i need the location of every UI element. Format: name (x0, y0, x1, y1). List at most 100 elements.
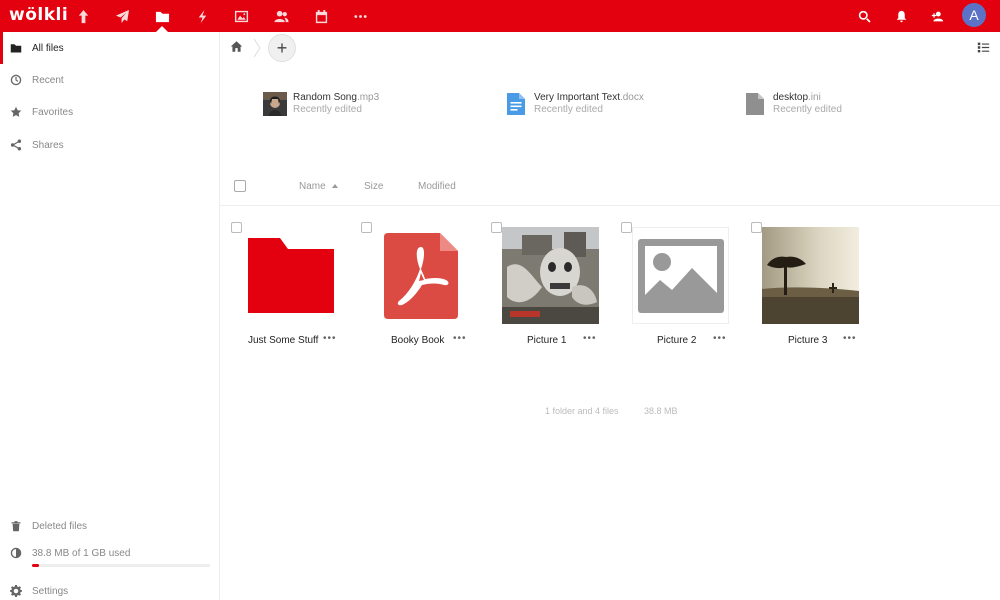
file-icon (746, 93, 764, 115)
document-icon (507, 93, 525, 115)
file-basename: desktop (773, 92, 809, 103)
recent-file-random-song[interactable]: Random Song.mp3 Recently edited (263, 90, 379, 118)
file-preview[interactable] (502, 227, 599, 324)
send-app-button[interactable] (107, 0, 137, 32)
contacts-menu-icon (931, 11, 943, 21)
file-actions-menu[interactable]: ••• (453, 333, 467, 344)
recent-file-status: Recently edited (293, 104, 362, 115)
file-actions-menu[interactable]: ••• (323, 333, 337, 344)
file-tile-just-some-stuff[interactable]: Just Some Stuff ••• (231, 220, 341, 355)
activity-app-button[interactable] (187, 0, 217, 32)
calendar-app-button[interactable] (306, 0, 336, 32)
clock-icon (10, 74, 22, 86)
sidebar-item-all-files[interactable]: All files (0, 32, 219, 64)
quota-progress-bar (32, 564, 210, 567)
pdf-icon (383, 232, 458, 319)
notifications-icon (896, 10, 906, 22)
quota-progress-fill (32, 564, 39, 567)
sidebar: All files Recent Favorites Shares Delete… (0, 32, 220, 600)
image-thumbnail (762, 227, 859, 324)
file-basename: Random Song (293, 92, 357, 103)
file-name[interactable]: Picture 2 (657, 335, 696, 346)
file-tile-picture-3[interactable]: Picture 3 ••• (751, 220, 861, 355)
plus-icon: + (276, 37, 288, 58)
home-icon (230, 41, 243, 52)
total-size-summary: 38.8 MB (644, 406, 678, 416)
column-header-size[interactable]: Size (364, 181, 383, 192)
file-checkbox[interactable] (751, 222, 762, 233)
sidebar-item-label: Recent (32, 74, 64, 86)
file-preview[interactable] (372, 227, 469, 324)
file-actions-menu[interactable]: ••• (843, 333, 857, 344)
file-tile-picture-1[interactable]: Picture 1 ••• (491, 220, 601, 355)
folder-icon (247, 238, 334, 313)
folder-icon (10, 44, 22, 53)
file-actions-menu[interactable]: ••• (713, 333, 727, 344)
contacts-icon (273, 10, 289, 22)
image-thumbnail (502, 227, 599, 324)
more-apps-icon (353, 14, 367, 18)
gallery-app-button[interactable] (226, 0, 256, 32)
sidebar-item-label: Deleted files (32, 520, 88, 532)
sidebar-item-settings[interactable]: Settings (0, 575, 219, 600)
recent-file-status: Recently edited (773, 104, 842, 115)
user-avatar[interactable]: A (962, 3, 986, 27)
file-checkbox[interactable] (621, 222, 632, 233)
recent-file-info: Very Important Text.docx Recently edited (534, 92, 644, 116)
calendar-icon (315, 9, 327, 23)
sidebar-item-label: All files (32, 42, 64, 54)
contacts-menu-button[interactable] (924, 0, 950, 32)
list-header-divider (220, 205, 1000, 206)
gallery-icon (234, 10, 248, 22)
notifications-button[interactable] (888, 0, 914, 32)
recent-file-info: desktop.ini Recently edited (773, 92, 842, 116)
file-tile-picture-2[interactable]: Picture 2 ••• (621, 220, 731, 355)
files-app-button[interactable] (147, 0, 177, 32)
search-button[interactable] (851, 0, 877, 32)
view-mode-toggle[interactable] (977, 41, 991, 55)
logo[interactable]: wölkli (9, 5, 68, 25)
file-checkbox[interactable] (361, 222, 372, 233)
file-checkbox[interactable] (231, 222, 242, 233)
file-name[interactable]: Booky Book (391, 335, 444, 346)
image-placeholder-icon (637, 238, 724, 313)
gear-icon (10, 585, 22, 597)
file-count-summary: 1 folder and 4 files (545, 406, 619, 416)
recent-file-status: Recently edited (534, 104, 603, 115)
sidebar-item-label: Favorites (32, 106, 74, 118)
recent-file-very-important-text[interactable]: Very Important Text.docx Recently edited (504, 90, 644, 118)
file-name[interactable]: Just Some Stuff (248, 335, 318, 346)
file-preview[interactable] (242, 227, 339, 324)
new-file-button[interactable]: + (268, 34, 296, 62)
recent-file-desktop-ini[interactable]: desktop.ini Recently edited (743, 90, 842, 118)
file-preview[interactable] (762, 227, 859, 324)
folder-icon (155, 11, 169, 22)
file-name[interactable]: Picture 1 (527, 335, 566, 346)
recent-file-info: Random Song.mp3 Recently edited (293, 92, 379, 116)
file-name[interactable]: Picture 3 (788, 335, 827, 346)
file-basename: Very Important Text (534, 92, 620, 103)
send-icon (115, 9, 129, 23)
sort-ascending-icon (332, 184, 338, 188)
sidebar-item-recent[interactable]: Recent (0, 64, 219, 96)
breadcrumb-separator-icon (253, 38, 261, 58)
file-actions-menu[interactable]: ••• (583, 333, 597, 344)
file-checkbox[interactable] (491, 222, 502, 233)
select-all-checkbox[interactable] (234, 180, 246, 192)
column-header-name[interactable]: Name (299, 181, 326, 192)
sidebar-item-label: Settings (32, 585, 69, 597)
column-header-modified[interactable]: Modified (418, 181, 456, 192)
more-apps-button[interactable] (345, 0, 375, 32)
sidebar-item-shares[interactable]: Shares (0, 129, 219, 161)
file-tile-booky-book[interactable]: Booky Book ••• (361, 220, 471, 355)
file-extension: .docx (619, 92, 644, 103)
sidebar-item-favorites[interactable]: Favorites (0, 96, 219, 128)
recent-file-name: desktop.ini (773, 92, 842, 104)
breadcrumb-home[interactable] (230, 40, 244, 54)
share-icon (10, 139, 22, 151)
file-extension: .mp3 (356, 92, 380, 103)
file-preview[interactable] (632, 227, 729, 324)
contacts-app-button[interactable] (266, 0, 296, 32)
upload-app-button[interactable] (68, 0, 98, 32)
file-extension: .ini (808, 92, 821, 103)
